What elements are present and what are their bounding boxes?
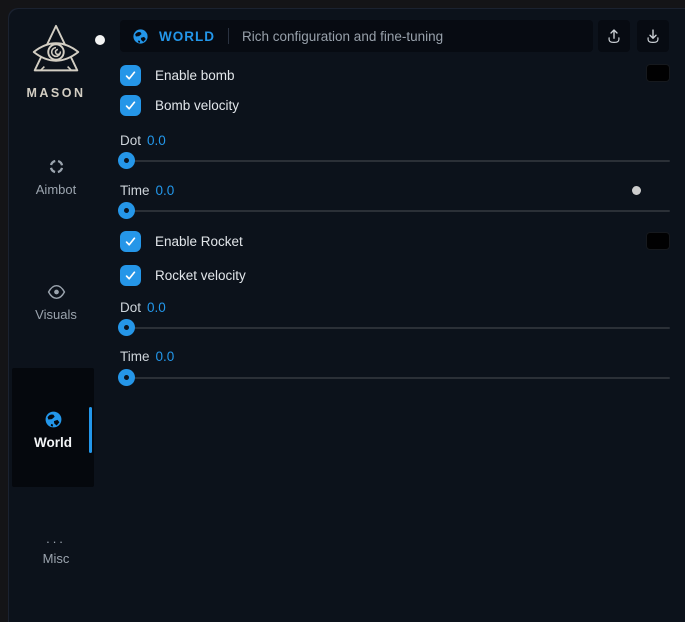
content-panel: WORLD Rich configuration and fine-tuning [120,8,670,622]
check-icon [124,99,137,112]
eye-icon [47,284,66,300]
dot-slider-handle[interactable] [118,319,135,336]
slider-name: Dot [120,133,141,148]
time-slider-track[interactable] [120,210,670,212]
checkbox-label: Bomb velocity [155,98,239,113]
sidebar-item-label: Visuals [8,307,104,322]
dot-slider-track[interactable] [120,160,670,162]
enable-rocket-checkbox[interactable] [120,231,141,252]
brand-logo: MASON [8,22,104,100]
checkbox-label: Enable bomb [155,68,235,83]
check-icon [124,269,137,282]
upload-icon [605,27,623,45]
check-icon [124,69,137,82]
dot-slider-handle[interactable] [118,152,135,169]
sidebar-item-visuals[interactable]: Visuals [8,284,104,322]
download-icon [644,27,662,45]
slider-value: 0.0 [156,183,175,198]
sidebar-item-label: Aimbot [8,182,104,197]
checkbox-row-enable-bomb: Enable bomb [120,65,235,86]
checkbox-label: Enable Rocket [155,234,243,249]
time-slider-track[interactable] [120,377,670,379]
sidebar-item-aimbot[interactable]: Aimbot [8,158,104,197]
rocket-color-swatch[interactable] [646,232,670,250]
bomb-velocity-checkbox[interactable] [120,95,141,116]
slider-label: Time 0.0 [120,349,174,364]
slider-value: 0.0 [147,300,166,315]
globe-icon [44,410,63,429]
ellipsis-icon: ... [8,534,104,544]
page-subtitle: Rich configuration and fine-tuning [242,29,443,44]
checkbox-row-bomb-velocity: Bomb velocity [120,95,239,116]
selected-indicator [89,407,92,453]
sidebar-item-world[interactable]: World [12,368,94,487]
app-window: MASON Aimbot Visuals [8,8,685,622]
download-config-button[interactable] [637,20,669,52]
sidebar-item-label: World [12,435,94,450]
slider-name: Time [120,349,150,364]
checkbox-row-rocket-velocity: Rocket velocity [120,265,246,286]
globe-icon [132,28,149,45]
cursor-dot [95,35,105,45]
mason-eye-triangle-icon [30,22,82,82]
slider-label: Dot 0.0 [120,133,166,148]
check-icon [124,235,137,248]
sidebar-item-misc[interactable]: ... Misc [8,534,104,566]
time-slider-handle[interactable] [118,202,135,219]
sidebar-item-label: Misc [8,551,104,566]
dot-slider-track[interactable] [120,327,670,329]
page-title: WORLD [159,29,215,44]
header-divider [228,28,229,44]
slider-label: Time 0.0 [120,183,174,198]
rocket-velocity-checkbox[interactable] [120,265,141,286]
page-header: WORLD Rich configuration and fine-tuning [120,20,593,52]
slider-value: 0.0 [147,133,166,148]
bomb-color-swatch[interactable] [646,64,670,82]
slider-label: Dot 0.0 [120,300,166,315]
brand-name: MASON [8,86,104,100]
cursor-dot-secondary [632,186,641,195]
checkbox-row-enable-rocket: Enable Rocket [120,231,243,252]
enable-bomb-checkbox[interactable] [120,65,141,86]
slider-value: 0.0 [156,349,175,364]
upload-config-button[interactable] [598,20,630,52]
slider-name: Time [120,183,150,198]
slider-name: Dot [120,300,141,315]
screen: MASON Aimbot Visuals [0,0,685,622]
crosshair-icon [48,158,65,175]
sidebar: MASON Aimbot Visuals [8,8,112,622]
time-slider-handle[interactable] [118,369,135,386]
checkbox-label: Rocket velocity [155,268,246,283]
